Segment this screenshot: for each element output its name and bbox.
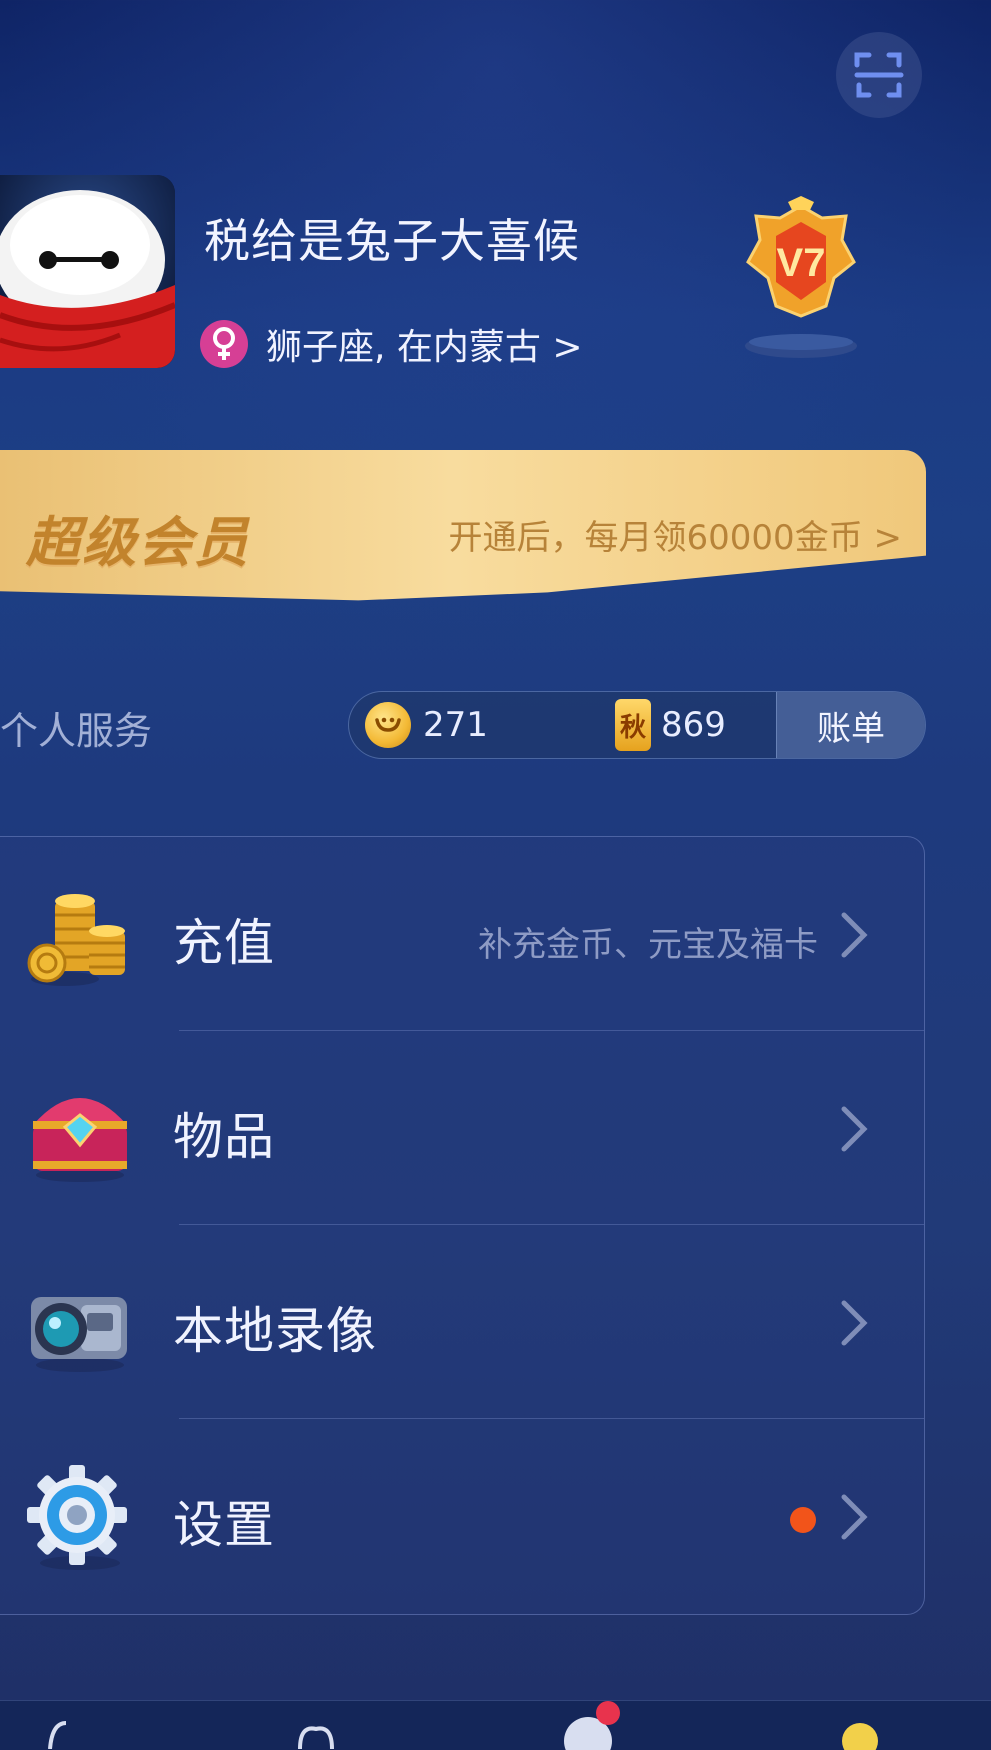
- menu-item-items[interactable]: 物品: [0, 1031, 924, 1225]
- bill-button[interactable]: 账单: [776, 692, 925, 758]
- user-location: 狮子座, 在内蒙古 >: [266, 327, 583, 368]
- menu-item-local-recording[interactable]: 本地录像: [0, 1225, 924, 1419]
- tab-profile-icon[interactable]: [840, 1711, 880, 1750]
- user-profile-link[interactable]: 狮子座, 在内蒙古 >: [200, 318, 583, 370]
- bottom-tab-bar: [0, 1700, 991, 1750]
- services-menu: 充值 补充金币、元宝及福卡 物品 本地录像 设置: [0, 836, 925, 1615]
- menu-item-recharge[interactable]: 充值 补充金币、元宝及福卡: [0, 837, 924, 1031]
- camera-icon: [25, 1269, 135, 1379]
- menu-item-label: 物品: [173, 1108, 275, 1166]
- username: 税给是兔子大喜候: [204, 214, 580, 268]
- treasure-chest-icon: [25, 1075, 135, 1185]
- chevron-right-icon: [841, 1106, 868, 1152]
- chevron-right-icon: [841, 1494, 868, 1540]
- menu-item-label: 充值: [173, 914, 275, 972]
- notification-dot: [790, 1507, 816, 1533]
- super-member-description: 开通后，每月领60000金币 >: [448, 518, 902, 558]
- menu-item-label: 本地录像: [173, 1302, 377, 1360]
- tab-home-icon[interactable]: [40, 1719, 80, 1749]
- coin-icon: [365, 702, 411, 748]
- female-symbol-icon: [200, 320, 248, 368]
- personal-services-label: 个人服务: [0, 709, 153, 753]
- gear-icon: [25, 1463, 135, 1573]
- qiu-token-icon: 秋: [615, 699, 651, 751]
- coin-balance: 271: [423, 705, 488, 745]
- tab-message-icon[interactable]: [560, 1701, 620, 1750]
- vip-level-badge[interactable]: V7: [726, 196, 876, 364]
- menu-item-label: 设置: [173, 1496, 275, 1554]
- user-avatar[interactable]: [0, 175, 175, 368]
- menu-item-description: 补充金币、元宝及福卡: [478, 925, 818, 965]
- super-member-title: 超级会员: [26, 511, 250, 574]
- super-member-banner[interactable]: 超级会员 开通后，每月领60000金币 >: [0, 450, 926, 601]
- currency-bar: 271 秋 869 账单: [348, 691, 926, 759]
- vip-level-text: V7: [777, 241, 826, 285]
- scan-button[interactable]: [836, 32, 922, 118]
- qiu-token-balance: 869: [661, 705, 726, 745]
- scan-icon: [854, 52, 904, 98]
- tab-heart-icon[interactable]: [296, 1719, 336, 1749]
- chevron-right-icon: [841, 1300, 868, 1346]
- menu-item-settings[interactable]: 设置: [0, 1419, 924, 1613]
- chevron-right-icon: [841, 912, 868, 958]
- coins-icon: [25, 881, 135, 991]
